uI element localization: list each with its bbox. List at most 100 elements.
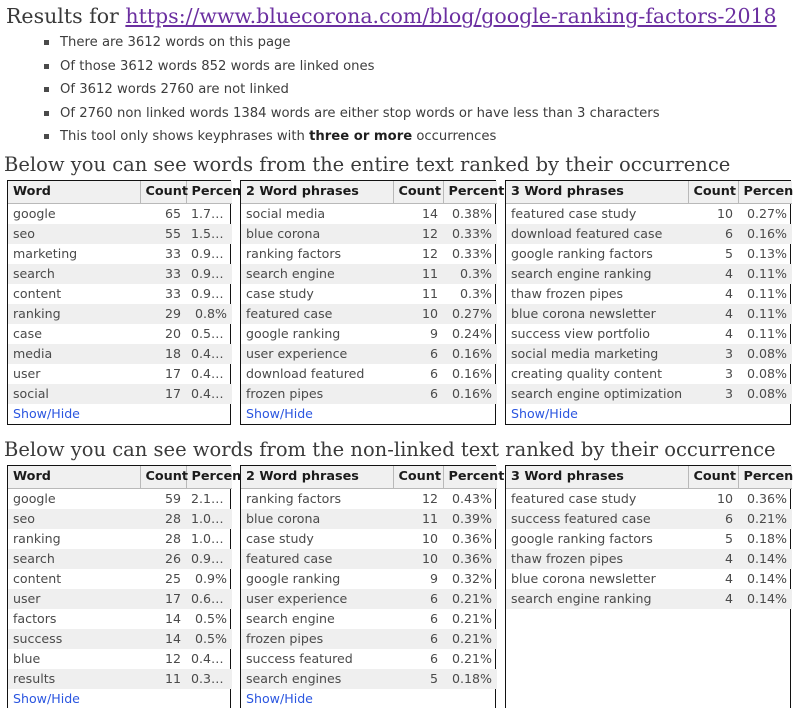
table-row: media 18 0.49% — [8, 343, 232, 364]
cell-percent: 0.5% — [186, 628, 232, 649]
table-row: social media marketing 3 0.08% — [506, 343, 792, 364]
cell-count: 28 — [164, 530, 181, 546]
cell-percent: 0.24% — [451, 325, 492, 341]
fact-text: There are 3612 words on this page — [60, 35, 291, 50]
cell-term: featured case — [241, 548, 393, 569]
cell-percent: 0.13% — [746, 245, 787, 261]
cell-count: 10 — [393, 303, 443, 324]
cell-term: seo — [8, 508, 140, 529]
cell-count: 29 — [140, 303, 186, 324]
cell-count: 6 — [688, 508, 738, 529]
section-heading: Below you can see words from the non-lin… — [4, 437, 776, 461]
filler-cell — [506, 699, 792, 708]
cell-count: 11 — [140, 668, 186, 689]
cell-percent: 0.08% — [738, 383, 792, 404]
show-hide-row: Show/Hide — [8, 404, 232, 424]
table-row: ranking 29 0.8% — [8, 303, 232, 324]
result-url-link[interactable]: https://www.bluecorona.com/blog/google-r… — [125, 4, 776, 28]
cell-term: google ranking factors — [511, 530, 653, 546]
table-row: case study 11 0.3% — [241, 284, 497, 304]
cell-percent: 1.52% — [186, 223, 232, 244]
table-row: thaw frozen pipes 4 0.11% — [506, 284, 792, 304]
page-root: Results for https://www.bluecorona.com/b… — [0, 3, 793, 708]
show-hide-link[interactable]: Show/Hide — [13, 406, 80, 421]
cell-percent: 0.36% — [746, 490, 787, 506]
cell-count: 3 — [688, 383, 738, 404]
column-header-percent: Percent — [738, 180, 793, 204]
cell-count: 4 — [688, 263, 738, 284]
cell-percent: 0.5% — [195, 610, 227, 626]
table-header-row: 2 Word phrases Count Percent — [241, 465, 504, 489]
cell-percent: 0.38% — [451, 205, 492, 221]
cell-count: 10 — [716, 205, 733, 221]
cell-term: thaw frozen pipes — [511, 285, 624, 301]
column-header-count: Count — [393, 465, 444, 489]
show-hide-link[interactable]: Show/Hide — [246, 691, 313, 706]
cell-percent: 0.16% — [451, 365, 492, 381]
table-row: user 17 0.61% — [8, 588, 232, 609]
filler-cell — [506, 654, 792, 677]
column-header-percent: Percent — [443, 180, 504, 204]
cell-term: google ranking — [246, 570, 341, 586]
show-hide-link[interactable]: Show/Hide — [13, 691, 80, 706]
cell-percent: 0.18% — [443, 668, 497, 689]
table-filler-row — [506, 654, 792, 677]
section-heading: Below you can see words from the entire … — [4, 152, 731, 176]
cell-percent: 0.11% — [746, 325, 787, 341]
show-hide-cell: Show/Hide — [506, 404, 792, 424]
cell-count: 6 — [429, 610, 438, 626]
cell-term: content — [13, 570, 62, 586]
cell-percent: 0.47% — [186, 383, 232, 404]
cell-term: creating quality content — [511, 365, 663, 381]
cell-count: 11 — [421, 285, 438, 301]
cell-percent: 0.08% — [746, 365, 787, 381]
cell-count: 14 — [140, 628, 186, 649]
show-hide-cell: Show/Hide — [8, 404, 232, 424]
fact-item: Of 3612 words 2760 are not linked — [44, 82, 793, 97]
table-row: google ranking 9 0.32% — [241, 569, 497, 589]
cell-count: 25 — [164, 570, 181, 586]
table-filler-row — [506, 676, 792, 699]
cell-percent: 0.43% — [191, 650, 232, 666]
cell-percent: 0.21% — [738, 508, 792, 529]
cell-count: 5 — [393, 668, 443, 689]
cell-count: 26 — [140, 548, 186, 569]
show-hide-link[interactable]: Show/Hide — [511, 406, 578, 421]
cell-term: search engine — [241, 263, 393, 284]
table-row: search 26 0.94% — [8, 548, 232, 569]
table-row: download featured 6 0.16% — [241, 364, 497, 384]
column-header-count: Count — [393, 180, 444, 204]
show-hide-link[interactable]: Show/Hide — [246, 406, 313, 421]
cell-term: blue — [13, 650, 41, 666]
keyword-table-container: 2 Word phrases Count Percent social media 14… — [240, 179, 504, 425]
cell-term: blue corona — [241, 223, 393, 244]
cell-count: 11 — [393, 263, 443, 284]
results-prefix: Results for — [6, 4, 126, 28]
cell-count: 20 — [164, 325, 181, 341]
column-header-term: Word — [8, 180, 141, 204]
filler-cell — [506, 609, 792, 632]
column-header-term: 3 Word phrases — [506, 465, 689, 489]
table-row: blue corona 12 0.33% — [241, 223, 497, 244]
table-row: success view portfolio 4 0.11% — [506, 324, 792, 344]
cell-term: results — [8, 668, 140, 689]
keyword-table-container: 3 Word phrasesCountPercentfeatured case … — [505, 464, 793, 708]
cell-count: 10 — [421, 530, 438, 546]
table-header-row: Word Count Percent — [8, 465, 247, 489]
cell-percent: 0.27% — [443, 303, 497, 324]
cell-term: blue corona newsletter — [511, 570, 656, 586]
cell-count: 28 — [140, 508, 186, 529]
filler-cell — [506, 676, 792, 699]
show-hide-row: Show/Hide — [241, 404, 497, 424]
column-header-count: Count — [688, 465, 739, 489]
cell-term: featured case — [241, 303, 393, 324]
cell-count: 6 — [429, 650, 438, 666]
cell-count: 6 — [429, 365, 438, 381]
tables-row: Word Count Percent google 65 1.79% seo 55 1.52% m… — [7, 179, 793, 425]
table-header-row: Word Count Percent — [8, 180, 247, 204]
cell-percent: 0.14% — [738, 588, 792, 609]
table-row: blue corona newsletter 4 0.14% — [506, 569, 792, 589]
table-row: search engine ranking 4 0.14% — [506, 588, 792, 609]
tables-row: Word Count Percent google 59 2.13% seo 28 1.01% r… — [7, 464, 793, 708]
cell-percent: 0.32% — [451, 570, 492, 586]
